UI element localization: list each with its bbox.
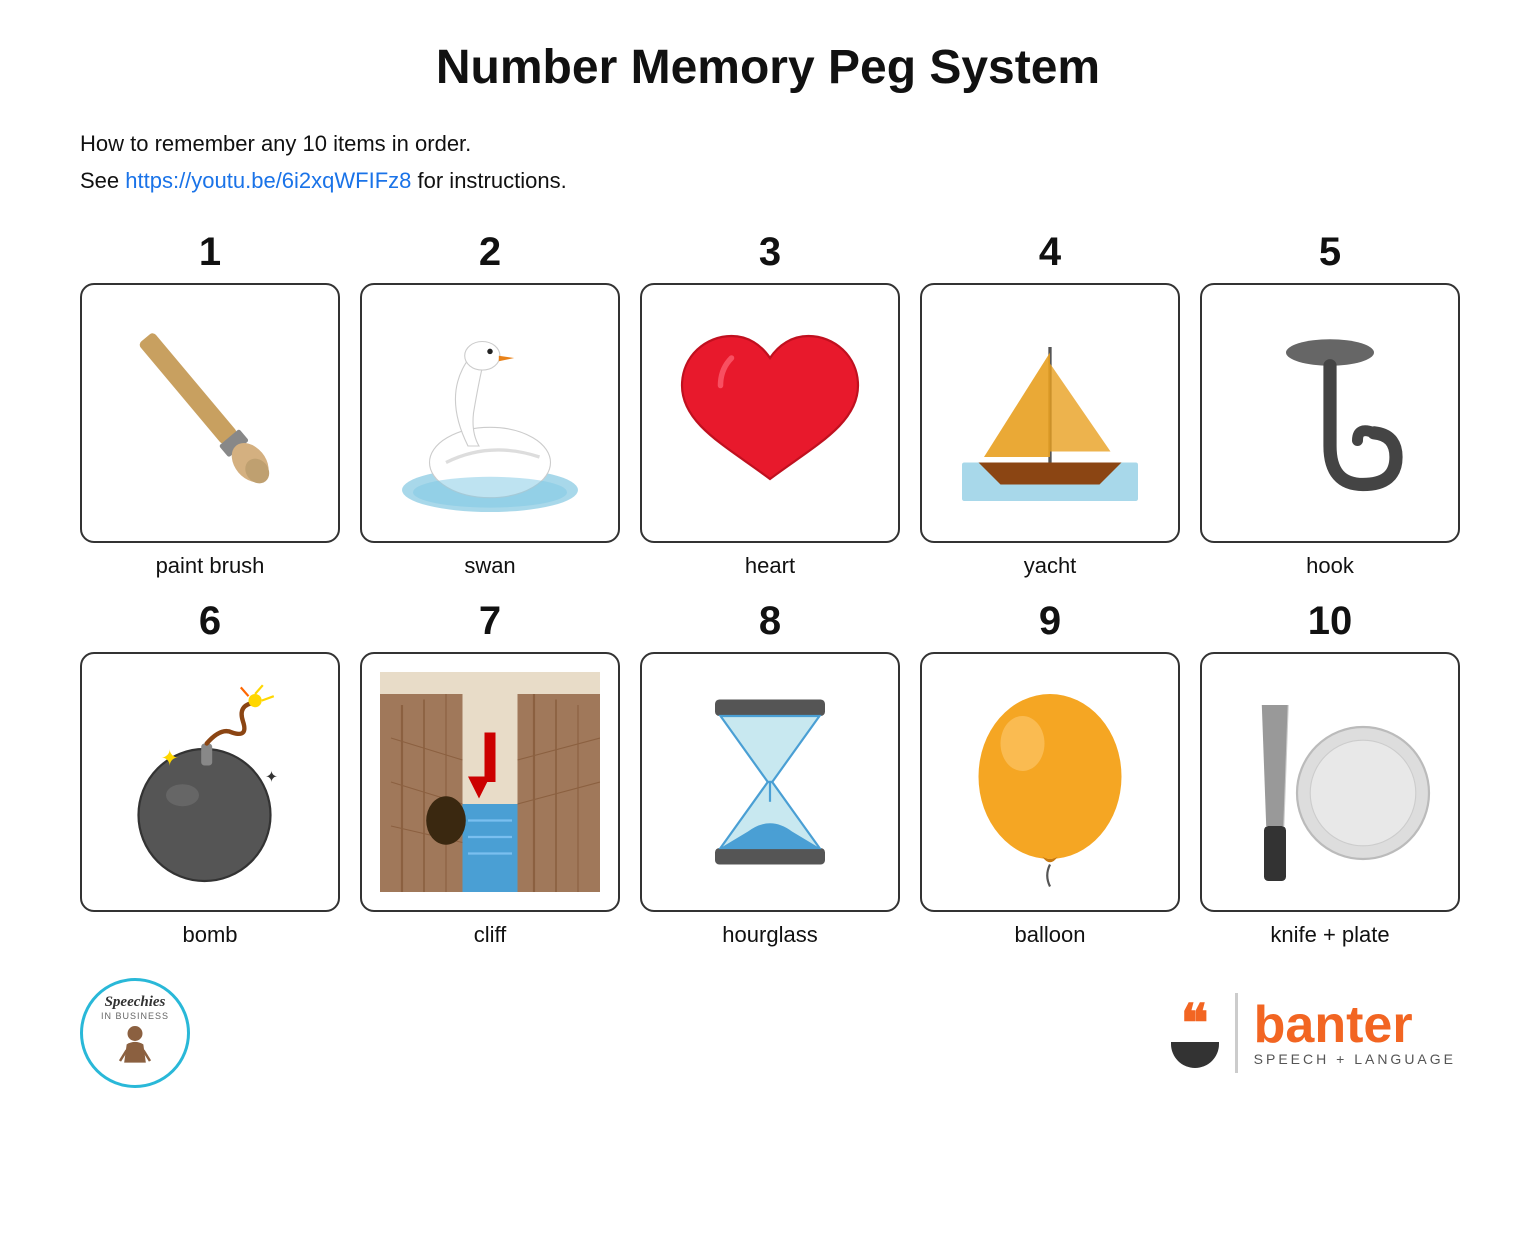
peg-number-2: 2 bbox=[479, 230, 501, 275]
peg-item-5: 5 hook bbox=[1200, 230, 1460, 579]
peg-label-7: cliff bbox=[474, 922, 507, 948]
peg-card-8 bbox=[640, 652, 900, 912]
peg-item-9: 9 balloon bbox=[920, 599, 1180, 948]
peg-label-6: bomb bbox=[182, 922, 237, 948]
peg-item-6: 6 ✦ ✦ bomb bbox=[80, 599, 340, 948]
speechies-brand-sub: IN BUSINESS bbox=[101, 1011, 169, 1021]
peg-row-2: 6 ✦ ✦ bomb 7 bbox=[80, 599, 1456, 948]
peg-card-3 bbox=[640, 283, 900, 543]
footer: Speechies IN BUSINESS ❝ banter SPEECH + … bbox=[80, 978, 1456, 1088]
peg-item-10: 10 knife + plate bbox=[1200, 599, 1460, 948]
peg-label-9: balloon bbox=[1015, 922, 1086, 948]
peg-label-1: paint brush bbox=[156, 553, 265, 579]
youtube-link[interactable]: https://youtu.be/6i2xqWFIFz8 bbox=[125, 168, 411, 193]
peg-label-4: yacht bbox=[1024, 553, 1077, 579]
peg-card-4 bbox=[920, 283, 1180, 543]
peg-number-3: 3 bbox=[759, 230, 781, 275]
banter-text: banter SPEECH + LANGUAGE bbox=[1254, 999, 1456, 1067]
peg-label-8: hourglass bbox=[722, 922, 817, 948]
peg-label-2: swan bbox=[464, 553, 515, 579]
peg-label-3: heart bbox=[745, 553, 795, 579]
banter-word: banter bbox=[1254, 999, 1456, 1051]
peg-number-4: 4 bbox=[1039, 230, 1061, 275]
banter-logo: ❝ banter SPEECH + LANGUAGE bbox=[1171, 993, 1456, 1073]
peg-number-10: 10 bbox=[1308, 599, 1353, 644]
peg-item-1: 1 paint brush bbox=[80, 230, 340, 579]
peg-number-7: 7 bbox=[479, 599, 501, 644]
peg-number-6: 6 bbox=[199, 599, 221, 644]
peg-card-5 bbox=[1200, 283, 1460, 543]
peg-card-10 bbox=[1200, 652, 1460, 912]
peg-card-1 bbox=[80, 283, 340, 543]
peg-item-8: 8 hourglass bbox=[640, 599, 900, 948]
peg-label-5: hook bbox=[1306, 553, 1354, 579]
speechies-brand-name: Speechies bbox=[105, 994, 166, 1011]
intro-text: How to remember any 10 items in order. S… bbox=[80, 125, 1456, 200]
svg-text:✦: ✦ bbox=[161, 745, 179, 770]
page-title: Number Memory Peg System bbox=[80, 40, 1456, 95]
peg-number-5: 5 bbox=[1319, 230, 1341, 275]
peg-item-7: 7 bbox=[360, 599, 620, 948]
peg-label-10: knife + plate bbox=[1270, 922, 1389, 948]
peg-row-1: 1 paint brush 2 bbox=[80, 230, 1456, 579]
peg-card-6: ✦ ✦ bbox=[80, 652, 340, 912]
peg-number-1: 1 bbox=[199, 230, 221, 275]
peg-item-4: 4 yacht bbox=[920, 230, 1180, 579]
peg-card-7 bbox=[360, 652, 620, 912]
bowl-shape-icon bbox=[1171, 1042, 1219, 1068]
peg-card-9 bbox=[920, 652, 1180, 912]
banter-icon: ❝ bbox=[1171, 998, 1219, 1068]
banter-sub: SPEECH + LANGUAGE bbox=[1254, 1051, 1456, 1067]
svg-text:✦: ✦ bbox=[265, 769, 278, 786]
peg-number-9: 9 bbox=[1039, 599, 1061, 644]
speechies-logo: Speechies IN BUSINESS bbox=[80, 978, 190, 1088]
peg-item-3: 3 heart bbox=[640, 230, 900, 579]
banter-divider bbox=[1235, 993, 1238, 1073]
peg-item-2: 2 swan bbox=[360, 230, 620, 579]
peg-card-2 bbox=[360, 283, 620, 543]
peg-number-8: 8 bbox=[759, 599, 781, 644]
